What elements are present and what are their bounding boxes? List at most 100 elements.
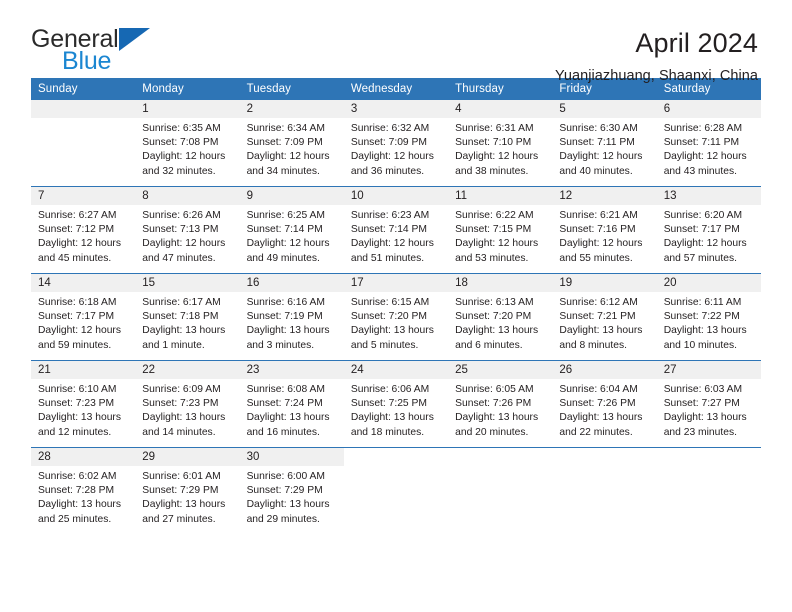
day-number: 14 — [31, 274, 136, 292]
calendar-cell[interactable]: 10 Sunrise: 6:23 AM Sunset: 7:14 PM Dayligh… — [343, 186, 449, 274]
calendar-cell[interactable] — [31, 100, 136, 187]
calendar-cell[interactable]: 18 Sunrise: 6:13 AM Sunset: 7:20 PM Dayligh… — [448, 273, 553, 361]
day-detail-line: and 25 minutes. — [38, 513, 112, 525]
day-number: 27 — [656, 361, 761, 379]
calendar-cell[interactable]: 6 Sunrise: 6:28 AM Sunset: 7:11 PM Daylight… — [656, 100, 761, 187]
calendar-cell[interactable]: 15 Sunrise: 6:17 AM Sunset: 7:18 PM Dayligh… — [135, 273, 240, 361]
day-detail-line: Sunset: 7:18 PM — [142, 311, 219, 323]
day-detail-line: Daylight: 13 hours — [559, 325, 643, 337]
day-details: Sunrise: 6:05 AM Sunset: 7:26 PM Daylight:… — [448, 379, 552, 440]
day-detail-line: Sunset: 7:20 PM — [455, 311, 532, 323]
day-detail-line: Daylight: 13 hours — [246, 412, 330, 424]
day-detail-line: Daylight: 12 hours — [455, 238, 539, 250]
calendar-cell[interactable]: 13 Sunrise: 6:20 AM Sunset: 7:17 PM Dayligh… — [656, 186, 761, 274]
calendar-page: General Blue April 2024 Yuanjiazhuang, S… — [0, 0, 792, 612]
calendar-cell[interactable] — [343, 447, 449, 534]
calendar-cell[interactable]: 25 Sunrise: 6:05 AM Sunset: 7:26 PM Dayligh… — [448, 360, 553, 448]
day-details: Sunrise: 6:15 AM Sunset: 7:20 PM Daylight:… — [344, 292, 448, 353]
day-detail-line: Sunset: 7:23 PM — [38, 398, 115, 410]
calendar-cell[interactable]: 14 Sunrise: 6:18 AM Sunset: 7:17 PM Dayligh… — [31, 273, 136, 361]
day-detail-line: Sunset: 7:09 PM — [350, 137, 427, 149]
day-details: Sunrise: 6:08 AM Sunset: 7:24 PM Daylight:… — [240, 379, 344, 440]
calendar-cell[interactable]: 4 Sunrise: 6:31 AM Sunset: 7:10 PM Daylight… — [448, 100, 553, 187]
calendar-cell[interactable]: 2 Sunrise: 6:34 AM Sunset: 7:09 PM Daylight… — [239, 100, 344, 187]
calendar-cell[interactable]: 23 Sunrise: 6:08 AM Sunset: 7:24 PM Dayligh… — [239, 360, 344, 448]
day-detail-line: Daylight: 13 hours — [455, 412, 539, 424]
day-detail-line: Sunset: 7:16 PM — [559, 224, 636, 236]
day-details: Sunrise: 6:13 AM Sunset: 7:20 PM Daylight:… — [448, 292, 552, 353]
calendar-cell[interactable] — [552, 447, 657, 534]
day-detail-line: Sunset: 7:24 PM — [246, 398, 323, 410]
day-number: 12 — [552, 187, 657, 205]
calendar-cell[interactable]: 8 Sunrise: 6:26 AM Sunset: 7:13 PM Daylight… — [135, 186, 240, 274]
day-number: 18 — [448, 274, 553, 292]
calendar-cell[interactable]: 3 Sunrise: 6:32 AM Sunset: 7:09 PM Daylight… — [343, 100, 449, 187]
calendar-cell[interactable]: 12 Sunrise: 6:21 AM Sunset: 7:16 PM Dayligh… — [552, 186, 657, 274]
calendar-cell[interactable]: 16 Sunrise: 6:16 AM Sunset: 7:19 PM Dayligh… — [239, 273, 344, 361]
day-number: 2 — [239, 100, 344, 118]
day-detail-line: Sunrise: 6:18 AM — [38, 297, 117, 308]
day-detail-line: Daylight: 12 hours — [350, 238, 434, 250]
day-number: 25 — [448, 361, 553, 379]
day-detail-line: Sunset: 7:23 PM — [142, 398, 219, 410]
day-detail-line: and 20 minutes. — [455, 426, 529, 438]
day-detail-line: Sunrise: 6:02 AM — [38, 471, 117, 482]
calendar-cell[interactable]: 28 Sunrise: 6:02 AM Sunset: 7:28 PM Dayligh… — [31, 447, 136, 534]
calendar-cell[interactable]: 21 Sunrise: 6:10 AM Sunset: 7:23 PM Dayligh… — [31, 360, 136, 448]
calendar-cell[interactable]: 29 Sunrise: 6:01 AM Sunset: 7:29 PM Dayligh… — [135, 447, 240, 534]
day-details: Sunrise: 6:06 AM Sunset: 7:25 PM Daylight:… — [344, 379, 448, 440]
day-number: 23 — [239, 361, 344, 379]
day-detail-line: and 1 minute. — [142, 339, 205, 351]
day-detail-line: Daylight: 13 hours — [38, 499, 121, 511]
day-number: 7 — [31, 187, 136, 205]
day-details: Sunrise: 6:31 AM Sunset: 7:10 PM Daylight:… — [448, 118, 552, 179]
day-number: 26 — [552, 361, 657, 379]
calendar-cell[interactable]: 20 Sunrise: 6:11 AM Sunset: 7:22 PM Dayligh… — [656, 273, 761, 361]
day-details: Sunrise: 6:01 AM Sunset: 7:29 PM Daylight:… — [135, 466, 239, 527]
calendar-cell[interactable]: 24 Sunrise: 6:06 AM Sunset: 7:25 PM Dayligh… — [343, 360, 449, 448]
day-detail-line: Sunrise: 6:15 AM — [350, 297, 430, 308]
calendar-cell[interactable]: 1 Sunrise: 6:35 AM Sunset: 7:08 PM Daylight… — [135, 100, 240, 187]
day-number: 10 — [343, 187, 449, 205]
day-number: 8 — [135, 187, 240, 205]
page-header: General Blue April 2024 Yuanjiazhuang, S… — [0, 0, 792, 85]
day-detail-line: Sunset: 7:17 PM — [663, 224, 740, 236]
calendar-cell[interactable]: 26 Sunrise: 6:04 AM Sunset: 7:26 PM Dayligh… — [552, 360, 657, 448]
day-detail-line: Sunrise: 6:21 AM — [559, 210, 638, 221]
day-detail-line: Daylight: 12 hours — [142, 151, 226, 163]
day-detail-line: Sunset: 7:10 PM — [455, 137, 532, 149]
day-detail-line: and 55 minutes. — [559, 252, 633, 264]
day-detail-line: Sunrise: 6:25 AM — [246, 210, 325, 221]
day-number: 1 — [135, 100, 240, 118]
day-details: Sunrise: 6:27 AM Sunset: 7:12 PM Daylight:… — [31, 205, 135, 266]
day-detail-line: Sunset: 7:09 PM — [246, 137, 323, 149]
calendar-cell[interactable] — [448, 447, 553, 534]
day-detail-line: Sunrise: 6:06 AM — [350, 384, 430, 395]
calendar-cell[interactable]: 30 Sunrise: 6:00 AM Sunset: 7:29 PM Dayligh… — [239, 447, 344, 534]
day-detail-line: Daylight: 12 hours — [455, 151, 539, 163]
calendar-cell[interactable]: 5 Sunrise: 6:30 AM Sunset: 7:11 PM Daylight… — [552, 100, 657, 187]
calendar-cell[interactable]: 27 Sunrise: 6:03 AM Sunset: 7:27 PM Dayligh… — [656, 360, 761, 448]
day-detail-line: Daylight: 13 hours — [142, 499, 226, 511]
day-details — [657, 466, 761, 470]
calendar-cell[interactable] — [656, 447, 761, 534]
day-detail-line: Sunrise: 6:01 AM — [142, 471, 221, 482]
day-detail-line: Sunrise: 6:10 AM — [38, 384, 117, 395]
calendar-cell[interactable]: 11 Sunrise: 6:22 AM Sunset: 7:15 PM Dayligh… — [448, 186, 553, 274]
logo-text-blue: Blue — [62, 47, 112, 75]
calendar-week-row: 14 Sunrise: 6:18 AM Sunset: 7:17 PM Dayligh… — [31, 273, 761, 361]
calendar-cell[interactable]: 17 Sunrise: 6:15 AM Sunset: 7:20 PM Dayligh… — [343, 273, 449, 361]
day-number: 24 — [343, 361, 449, 379]
day-detail-line: Daylight: 12 hours — [663, 151, 747, 163]
day-detail-line: Sunset: 7:25 PM — [350, 398, 427, 410]
day-details: Sunrise: 6:00 AM Sunset: 7:29 PM Daylight:… — [240, 466, 344, 527]
day-detail-line: and 36 minutes. — [350, 165, 425, 177]
weekday-header-monday: Monday — [135, 78, 240, 100]
calendar-cell[interactable]: 9 Sunrise: 6:25 AM Sunset: 7:14 PM Daylight… — [239, 186, 344, 274]
day-detail-line: and 23 minutes. — [663, 426, 737, 438]
calendar-cell[interactable]: 22 Sunrise: 6:09 AM Sunset: 7:23 PM Dayligh… — [135, 360, 240, 448]
calendar-cell[interactable]: 19 Sunrise: 6:12 AM Sunset: 7:21 PM Dayligh… — [552, 273, 657, 361]
calendar-week-row: 21 Sunrise: 6:10 AM Sunset: 7:23 PM Dayligh… — [31, 360, 761, 448]
day-detail-line: Daylight: 12 hours — [663, 238, 747, 250]
calendar-cell[interactable]: 7 Sunrise: 6:27 AM Sunset: 7:12 PM Daylight… — [31, 186, 136, 274]
